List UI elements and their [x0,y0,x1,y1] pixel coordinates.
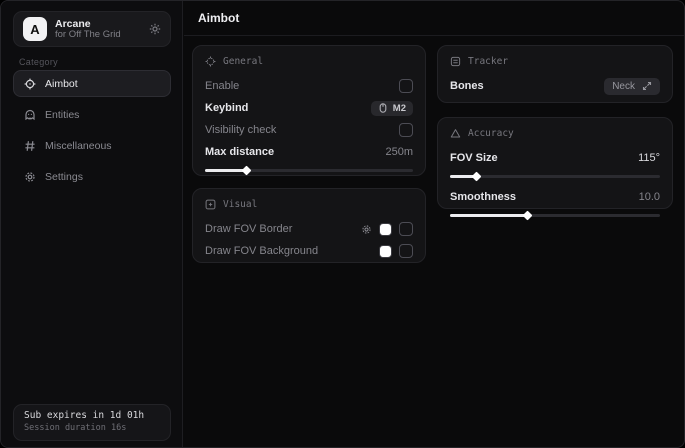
row-max-distance: Max distance 250m [205,141,413,163]
bones-value: Neck [612,81,635,92]
row-label: Max distance [205,146,274,158]
sidebar-item-entities[interactable]: Entities [13,101,171,128]
bones-select-button[interactable]: Neck [604,78,660,95]
session-duration-text: Session duration 16s [24,423,160,433]
entities-icon [24,109,36,121]
sidebar-item-settings[interactable]: Settings [13,163,171,190]
expand-icon [642,81,652,91]
row-label: Draw FOV Border [205,223,292,235]
sidebar-item-miscellaneous[interactable]: Miscellaneous [13,132,171,159]
sidebar-item-label: Entities [45,109,79,121]
row-label: FOV Size [450,152,498,164]
visibility-check-checkbox[interactable] [399,123,413,137]
draw-fov-border-checkbox[interactable] [399,222,413,236]
row-fov-size: FOV Size 115° [450,147,660,169]
smoothness-value: 10.0 [639,191,660,203]
mouse-icon [378,103,388,113]
smoothness-slider[interactable] [450,214,660,217]
sidebar-nav: Aimbot Entities Miscella [13,70,171,194]
row-label: Smoothness [450,191,516,203]
row-label: Visibility check [205,124,276,136]
row-label: Draw FOV Background [205,245,318,257]
category-label: Category [19,57,58,67]
card-visual-header: Visual [205,199,413,210]
sub-expires-text: Sub expires in 1d 01h [24,410,160,421]
fov-size-value: 115° [638,152,660,164]
row-bones: Bones Neck [450,75,660,97]
row-label: Bones [450,80,484,92]
card-general-header: General [205,56,413,67]
accuracy-icon [450,128,461,139]
card-general: General Enable Keybind M2 [192,45,426,176]
sidebar-item-label: Aimbot [45,78,78,90]
card-title: Visual [223,199,257,210]
card-visual: Visual Draw FOV Border Draw FOV Back [192,188,426,263]
card-title: Tracker [468,56,508,67]
crosshair-icon [24,78,36,90]
enable-checkbox[interactable] [399,79,413,93]
scope-icon [205,56,216,67]
card-accuracy-header: Accuracy [450,128,660,139]
fov-size-slider[interactable] [450,175,660,178]
keybind-value: M2 [393,103,406,114]
slider-fill [205,169,247,172]
max-distance-slider[interactable] [205,169,413,172]
brand-card: A Arcane for Off The Grid [13,11,171,47]
misc-icon [24,140,36,152]
card-tracker: Tracker Bones Neck [437,45,673,103]
card-title: Accuracy [468,128,514,139]
subscription-card: Sub expires in 1d 01h Session duration 1… [13,404,171,441]
row-smoothness: Smoothness 10.0 [450,186,660,208]
keybind-button[interactable]: M2 [371,101,413,116]
row-label: Keybind [205,102,248,114]
fov-border-color-swatch[interactable] [379,223,392,236]
slider-fill [450,214,528,217]
settings-gear-icon[interactable] [149,23,161,35]
row-draw-fov-border: Draw FOV Border [205,218,413,240]
sparkle-box-icon [205,199,216,210]
main-panel: Aimbot General Enable Keybind [184,1,684,447]
card-tracker-header: Tracker [450,56,660,67]
gear-icon [24,171,36,183]
row-keybind: Keybind M2 [205,97,413,119]
slider-fill [450,175,477,178]
row-label: Enable [205,80,239,92]
fov-background-color-swatch[interactable] [379,245,392,258]
sidebar-item-aimbot[interactable]: Aimbot [13,70,171,97]
row-visibility-check: Visibility check [205,119,413,141]
page-title: Aimbot [198,11,239,25]
max-distance-value: 250m [385,146,413,158]
sidebar-item-label: Miscellaneous [45,140,112,152]
app-window: A Arcane for Off The Grid Category [0,0,685,448]
brand-title: Arcane [55,18,141,30]
row-draw-fov-background: Draw FOV Background [205,240,413,262]
tracker-icon [450,56,461,67]
main-header: Aimbot [184,1,684,36]
draw-fov-background-checkbox[interactable] [399,244,413,258]
brand-subtitle: for Off The Grid [55,30,141,41]
brand-logo: A [23,17,47,41]
brand-text: Arcane for Off The Grid [55,18,141,41]
card-accuracy: Accuracy FOV Size 115° Smoothness 10.0 [437,117,673,209]
card-title: General [223,56,263,67]
sidebar-item-label: Settings [45,171,83,183]
border-settings-gear-icon[interactable] [361,224,372,235]
sidebar: A Arcane for Off The Grid Category [1,1,183,447]
row-enable: Enable [205,75,413,97]
